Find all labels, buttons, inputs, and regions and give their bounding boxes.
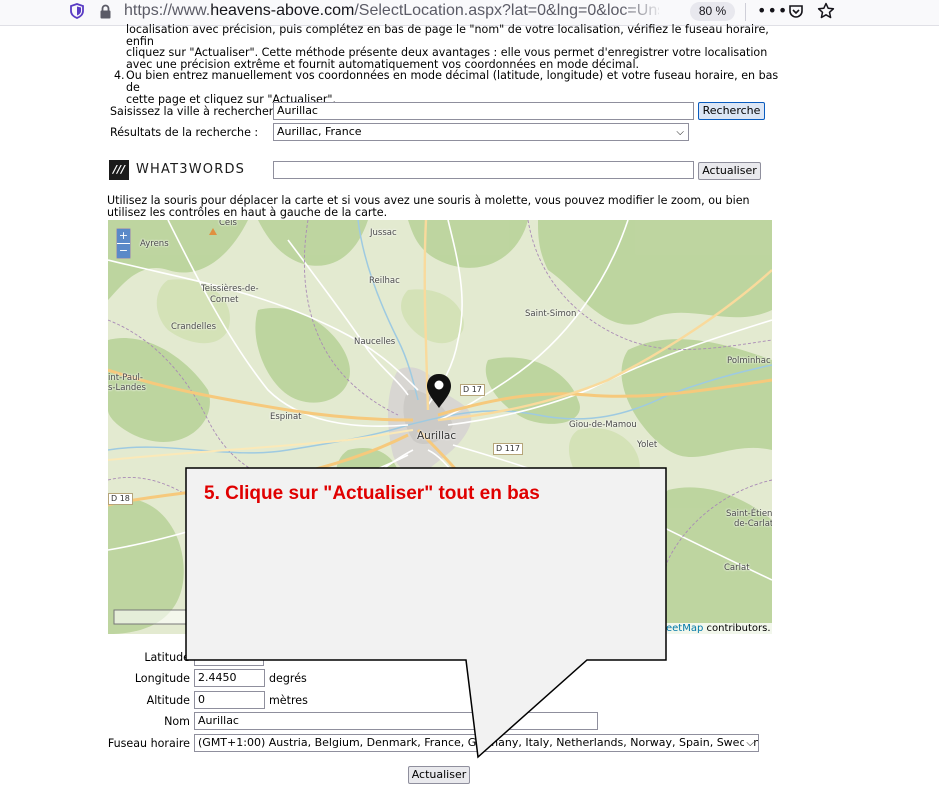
callout-bubble	[185, 467, 667, 759]
callout-text: 5. Clique sur "Actualiser" tout en bas	[204, 483, 540, 504]
